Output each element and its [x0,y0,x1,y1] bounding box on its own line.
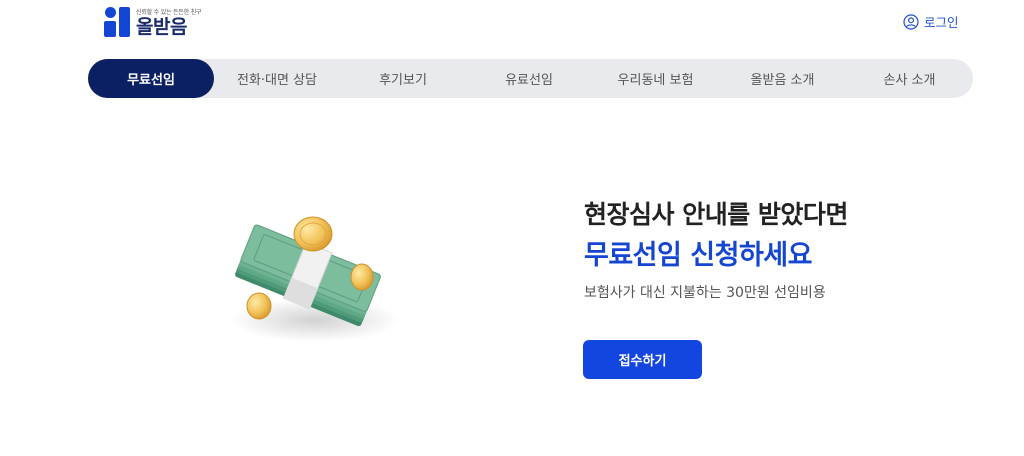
nav-item-free-appointment[interactable]: 무료선임 [88,59,214,98]
hero-highlight: 무료선임 신청하세요 [584,240,812,271]
login-label: 로그인 [924,15,959,30]
nav-item-about[interactable]: 올받음 소개 [719,59,846,98]
user-icon [903,13,919,30]
nav-item-local-insurance[interactable]: 우리동네 보험 [592,59,719,98]
nav-item-adjuster-about[interactable]: 손사 소개 [846,59,973,98]
nav-item-phone-consult[interactable]: 전화·대면 상담 [214,59,340,98]
logo-name: 올받음 [136,16,187,38]
money-stack-illustration [230,216,400,342]
main-nav: 무료선임 전화·대면 상담 후기보기 유료선임 우리동네 보험 올받음 소개 손… [88,59,973,98]
logo[interactable]: 신뢰할 수 있는 든든한 친구 올받음 [104,7,202,38]
apply-button[interactable]: 접수하기 [583,340,702,379]
hero-subtitle: 보험사가 대신 지불하는 30만원 선임비용 [584,285,826,301]
hero-title: 현장심사 안내를 받았다면 [584,200,848,229]
logo-mark-icon [104,7,130,37]
nav-item-paid-appointment[interactable]: 유료선임 [466,59,592,98]
login-link[interactable]: 로그인 [903,12,959,31]
nav-item-reviews[interactable]: 후기보기 [340,59,466,98]
